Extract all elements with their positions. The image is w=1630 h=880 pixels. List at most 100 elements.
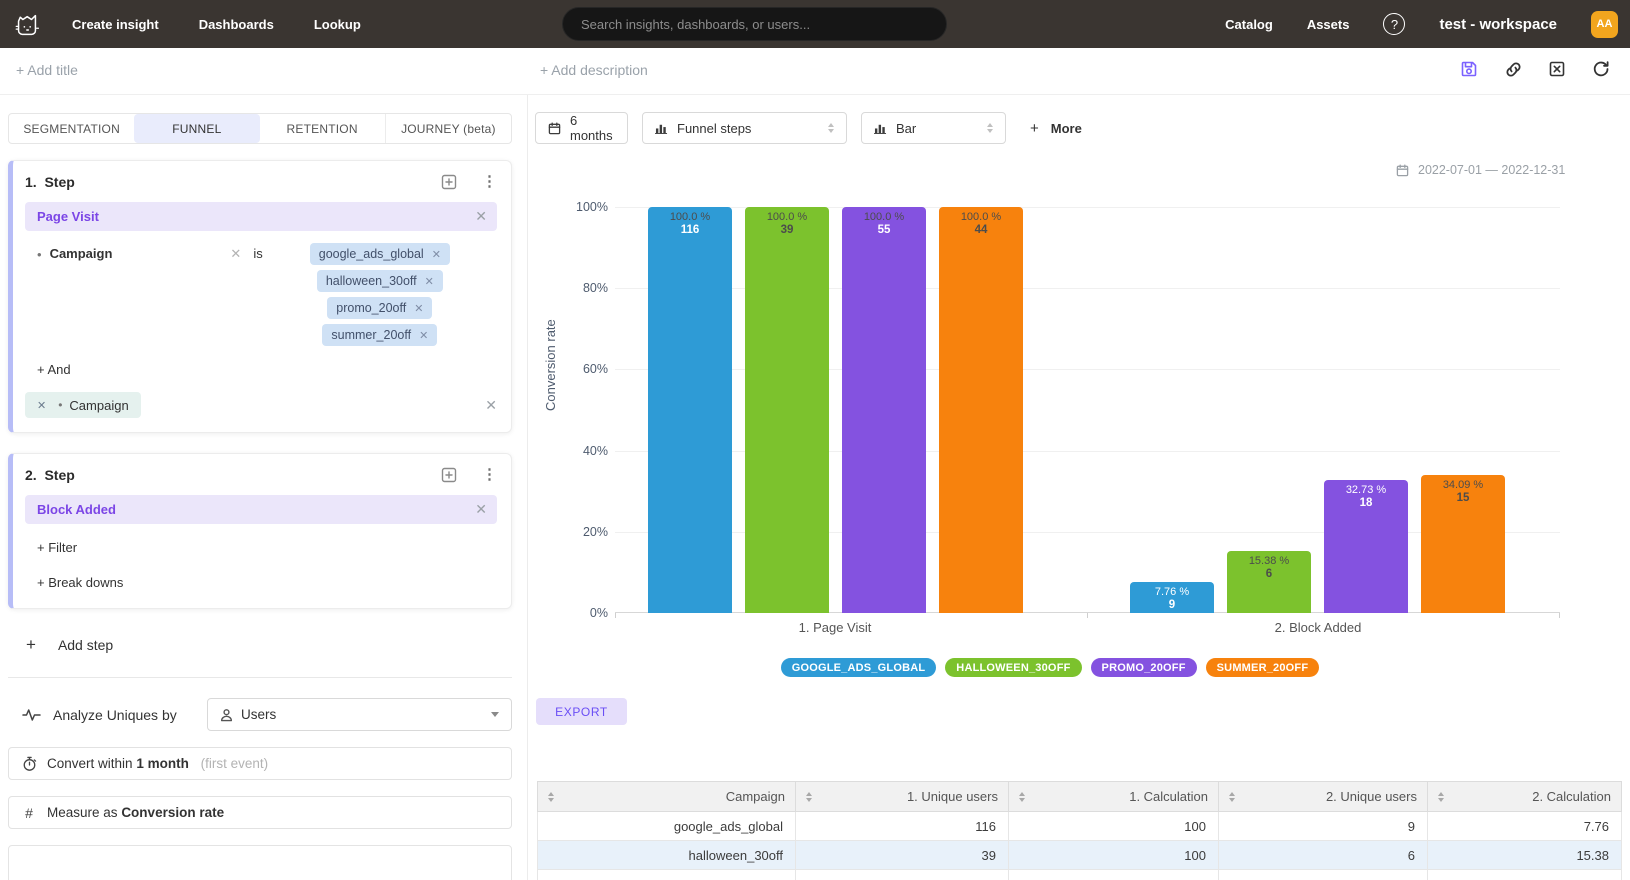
add-title-field[interactable]: + Add title	[16, 62, 78, 78]
bar-promo_20off-step1[interactable]: 100.0 %55	[842, 207, 926, 613]
tab-funnel[interactable]: FUNNEL	[134, 114, 259, 143]
stopwatch-icon	[21, 756, 37, 772]
top-nav: Create insight Dashboards Lookup Catalog…	[0, 0, 1630, 48]
remove-value-icon[interactable]: ✕	[432, 248, 441, 261]
calendar-icon	[1396, 164, 1409, 177]
convert-within-setting[interactable]: Convert within 1 month (first event)	[8, 747, 512, 780]
add-step-button[interactable]: + Add step	[26, 635, 512, 655]
remove-value-icon[interactable]: ✕	[419, 329, 428, 342]
filter-operator[interactable]: is	[253, 246, 262, 261]
next-setting-partial[interactable]	[8, 845, 512, 880]
nav-lookup[interactable]: Lookup	[314, 17, 361, 32]
remove-breakdown-row-icon[interactable]: ✕	[485, 397, 497, 414]
bar-google_ads_global-step1[interactable]: 100.0 %116	[648, 207, 732, 613]
step-1-title: 1. Step	[25, 174, 75, 190]
add-and-filter[interactable]: + And	[37, 362, 497, 377]
step-1-filter: • Campaign ✕ is google_ads_global✕ hallo…	[25, 243, 497, 346]
table-cell: 9	[1219, 812, 1428, 841]
nav-dashboards[interactable]: Dashboards	[199, 17, 274, 32]
table-header-2-calculation[interactable]: 2. Calculation	[1428, 782, 1622, 812]
table-cell: halloween_30off	[538, 841, 796, 870]
remove-event-icon[interactable]: ✕	[475, 208, 487, 225]
tab-segmentation[interactable]: SEGMENTATION	[9, 114, 134, 143]
insert-step-icon[interactable]	[440, 466, 458, 484]
table-header-1-unique-users[interactable]: 1. Unique users	[796, 782, 1009, 812]
app-logo-cat-icon[interactable]	[10, 7, 44, 41]
insight-header-bar: + Add title + Add description	[0, 48, 1630, 95]
chart-legend: GOOGLE_ADS_GLOBAL HALLOWEEN_30OFF PROMO_20…	[540, 658, 1560, 677]
sort-icon[interactable]	[1438, 792, 1444, 802]
sort-icon[interactable]	[548, 792, 554, 802]
remove-value-icon[interactable]: ✕	[425, 275, 434, 288]
help-icon[interactable]: ?	[1383, 13, 1405, 35]
remove-breakdown-icon[interactable]: ✕	[37, 399, 46, 412]
avatar[interactable]: AA	[1591, 11, 1618, 38]
legend-pill-google_ads_global[interactable]: GOOGLE_ADS_GLOBAL	[781, 658, 937, 677]
filter-value-chip[interactable]: promo_20off✕	[327, 297, 432, 319]
legend-pill-halloween_30off[interactable]: HALLOWEEN_30OFF	[945, 658, 1081, 677]
bar-count-label: 6	[1227, 568, 1311, 580]
remove-event-icon[interactable]: ✕	[475, 501, 487, 518]
bar-count-label: 39	[745, 224, 829, 236]
step-menu-icon[interactable]: ⋮	[482, 175, 497, 189]
table-cell: 7.76	[1428, 812, 1622, 841]
tab-journey[interactable]: JOURNEY (beta)	[385, 114, 511, 143]
measure-as-setting[interactable]: # Measure as Conversion rate	[8, 796, 512, 829]
bar-google_ads_global-step2[interactable]: 7.76 %9	[1130, 582, 1214, 614]
workspace-switcher[interactable]: test - workspace	[1439, 16, 1557, 33]
step-1-event[interactable]: Page Visit ✕	[25, 202, 497, 231]
bar-halloween_30off-step2[interactable]: 15.38 %6	[1227, 551, 1311, 613]
bar-percent-label: 100.0 %	[842, 207, 926, 223]
filter-value-chip[interactable]: halloween_30off✕	[317, 270, 443, 292]
filter-value-chip[interactable]: summer_20off✕	[322, 324, 437, 346]
refresh-icon[interactable]	[1590, 58, 1612, 80]
bar-halloween_30off-step1[interactable]: 100.0 %39	[745, 207, 829, 613]
table-cell	[1009, 870, 1219, 880]
bar-count-label: 116	[648, 224, 732, 236]
hash-icon: #	[21, 805, 37, 821]
more-options-button[interactable]: + More	[1030, 120, 1082, 137]
add-filter[interactable]: + Filter	[37, 540, 497, 555]
remove-value-icon[interactable]: ✕	[414, 302, 423, 315]
nav-assets[interactable]: Assets	[1307, 17, 1350, 32]
chart-type-select[interactable]: Bar	[861, 112, 1006, 144]
legend-pill-promo_20off[interactable]: PROMO_20OFF	[1091, 658, 1197, 677]
legend-pill-summer_20off[interactable]: SUMMER_20OFF	[1206, 658, 1320, 677]
clear-icon[interactable]	[1546, 58, 1568, 80]
table-header-campaign[interactable]: Campaign	[538, 782, 796, 812]
bar-summer_20off-step2[interactable]: 34.09 %15	[1421, 475, 1505, 613]
calendar-icon	[548, 122, 561, 135]
add-breakdown[interactable]: + Break downs	[37, 575, 497, 590]
filter-field[interactable]: Campaign	[50, 246, 113, 261]
table-cell: 116	[796, 812, 1009, 841]
nav-catalog[interactable]: Catalog	[1225, 17, 1273, 32]
nav-create-insight[interactable]: Create insight	[72, 17, 159, 32]
copy-link-icon[interactable]	[1502, 58, 1524, 80]
remove-filter-icon[interactable]: ✕	[230, 246, 241, 262]
bar-group-2: 7.76 %9 15.38 %632.73 %1834.09 %15	[1130, 207, 1505, 613]
search-input[interactable]	[562, 7, 947, 41]
save-icon[interactable]	[1458, 58, 1480, 80]
table-row-partial	[538, 870, 1622, 880]
filter-value-chip[interactable]: google_ads_global✕	[310, 243, 450, 265]
step-menu-icon[interactable]: ⋮	[482, 468, 497, 482]
export-button[interactable]: EXPORT	[536, 698, 627, 725]
insert-step-icon[interactable]	[440, 173, 458, 191]
insight-type-tabs: SEGMENTATION FUNNEL RETENTION JOURNEY (b…	[8, 113, 512, 144]
analyze-by-select[interactable]: Users	[207, 698, 512, 731]
table-header-1-calculation[interactable]: 1. Calculation	[1009, 782, 1219, 812]
view-mode-select[interactable]: Funnel steps	[642, 112, 847, 144]
step-2-event[interactable]: Block Added ✕	[25, 495, 497, 524]
sort-icon[interactable]	[806, 792, 812, 802]
sort-icon[interactable]	[1019, 792, 1025, 802]
date-range-button[interactable]: 6 months	[535, 112, 628, 144]
table-header-2-unique-users[interactable]: 2. Unique users	[1219, 782, 1428, 812]
add-description-field[interactable]: + Add description	[540, 62, 648, 78]
bar-percent-label: 32.73 %	[1324, 480, 1408, 496]
sort-icon[interactable]	[1229, 792, 1235, 802]
step-card-1: 1. Step ⋮ Page Visit ✕ •	[8, 160, 512, 433]
breakdown-chip[interactable]: ✕ • Campaign	[25, 392, 141, 418]
bar-promo_20off-step2[interactable]: 32.73 %18	[1324, 480, 1408, 613]
tab-retention[interactable]: RETENTION	[260, 114, 385, 143]
bar-summer_20off-step1[interactable]: 100.0 %44	[939, 207, 1023, 613]
